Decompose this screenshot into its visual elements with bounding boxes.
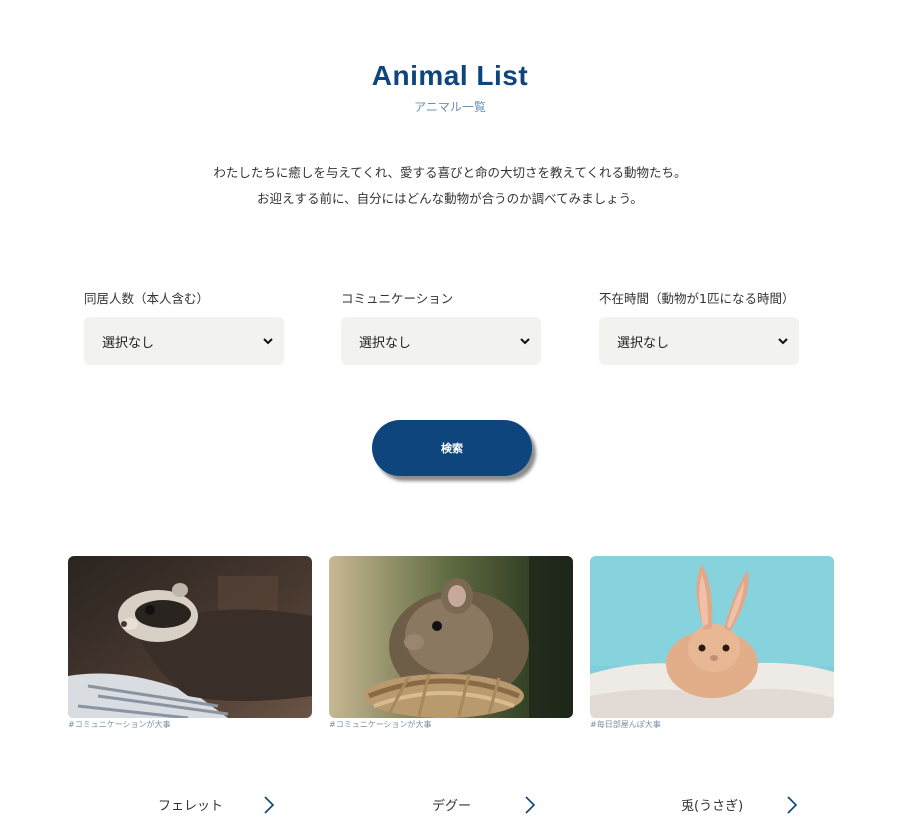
page-title: Animal List: [371, 60, 529, 91]
chevron-right-icon[interactable]: [263, 795, 275, 815]
household-select[interactable]: 選択なし: [84, 317, 284, 365]
chevron-right-icon[interactable]: [524, 795, 536, 815]
animal-link-degu[interactable]: デグー: [432, 792, 471, 816]
intro-line-2: お迎えする前に、自分にはどんな動物が合うのか調べてみましょう。: [257, 191, 643, 206]
filter-household-label: 同居人数（本人含む）: [84, 291, 210, 306]
animal-card-ferret[interactable]: #コミュニケーションが大事: [68, 556, 312, 730]
search-button[interactable]: 検索: [372, 420, 532, 476]
filter-household: 同居人数（本人含む） 選択なし: [84, 288, 284, 365]
household-select-value: 選択なし: [102, 335, 155, 351]
communication-select[interactable]: 選択なし: [341, 317, 541, 365]
degu-photo[interactable]: [329, 556, 573, 718]
animal-link-ferret[interactable]: フェレット: [158, 792, 223, 816]
communication-select-value: 選択なし: [359, 335, 412, 351]
animal-card-degu[interactable]: #コミュニケーションが大事: [329, 556, 573, 730]
animal-name: デグー: [432, 798, 472, 814]
animal-card-rabbit[interactable]: #毎日部屋んぽ大事: [590, 556, 834, 730]
absence-select-value: 選択なし: [617, 335, 670, 351]
animal-tag: #コミュニケーションが大事: [329, 720, 432, 729]
animal-tag: #毎日部屋んぽ大事: [590, 720, 661, 729]
page-subtitle: アニマル一覧: [414, 100, 486, 114]
chevron-right-icon[interactable]: [786, 795, 798, 815]
filter-absence: 不在時間（動物が1匹になる時間） 選択なし: [599, 288, 799, 365]
chevron-down-icon: [263, 338, 273, 345]
filter-absence-label: 不在時間（動物が1匹になる時間）: [599, 291, 795, 306]
animal-link-rabbit[interactable]: 兎(うさぎ): [681, 792, 743, 816]
chevron-down-icon: [778, 338, 788, 345]
animal-name: フェレット: [158, 798, 224, 814]
animal-name: 兎(うさぎ): [681, 798, 744, 814]
ferret-photo[interactable]: [68, 556, 312, 718]
animal-tag: #コミュニケーションが大事: [68, 720, 171, 729]
intro-text: わたしたちに癒しを与えてくれ、愛する喜びと命の大切さを教えてくれる動物たち。 お…: [0, 160, 900, 212]
intro-line-1: わたしたちに癒しを与えてくれ、愛する喜びと命の大切さを教えてくれる動物たち。: [213, 165, 687, 180]
filter-communication: コミュニケーション 選択なし: [341, 288, 541, 365]
chevron-down-icon: [520, 338, 530, 345]
absence-select[interactable]: 選択なし: [599, 317, 799, 365]
filter-communication-label: コミュニケーション: [341, 291, 454, 306]
rabbit-photo[interactable]: [590, 556, 834, 718]
